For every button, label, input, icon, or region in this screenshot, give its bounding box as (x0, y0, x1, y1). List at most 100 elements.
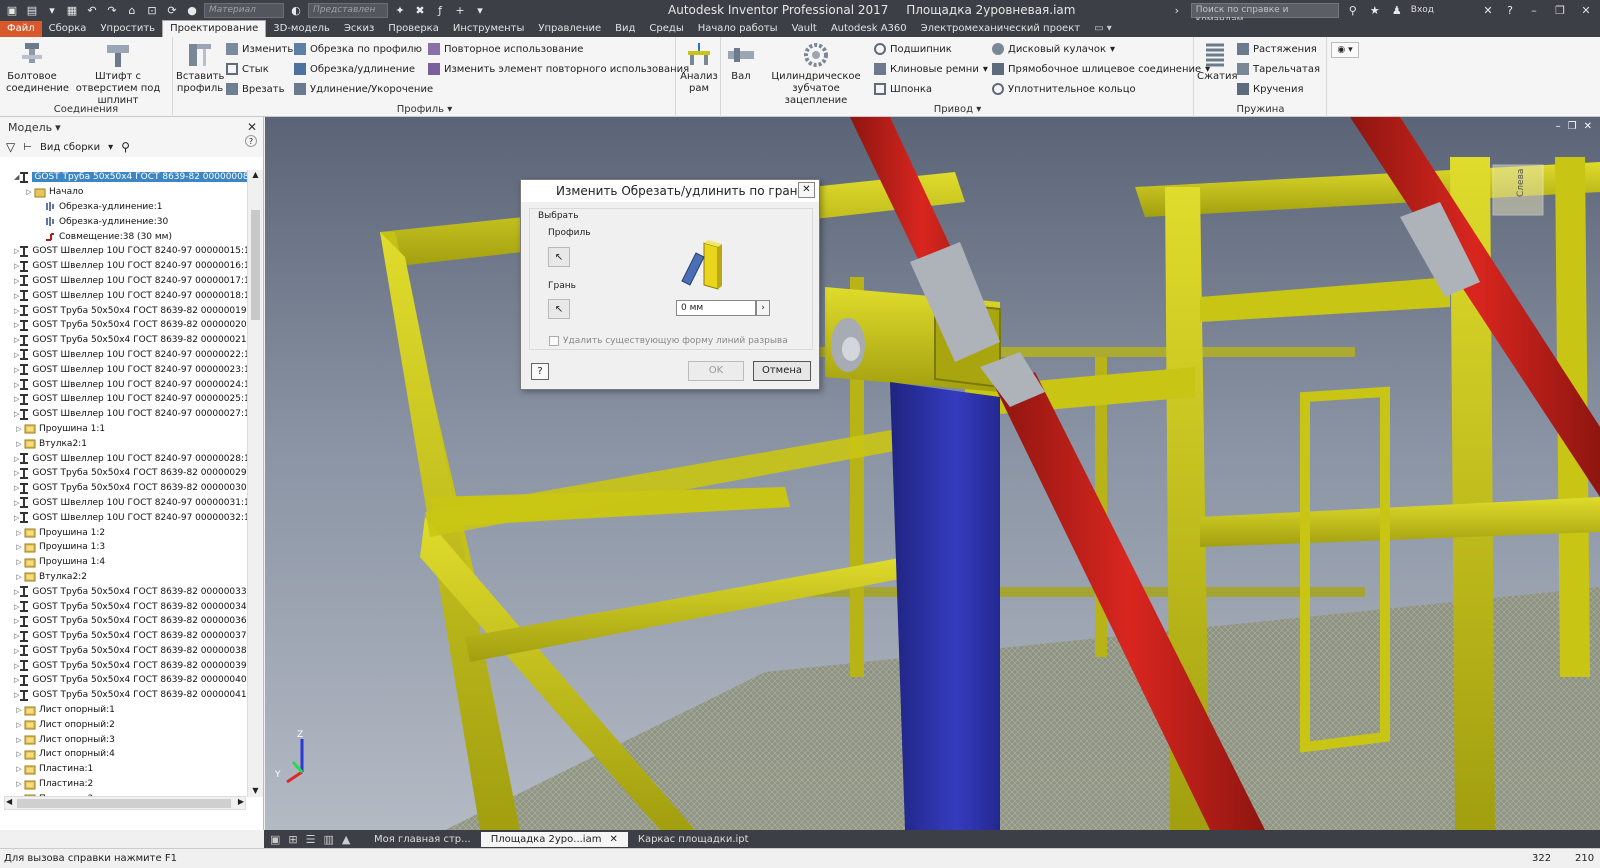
tree-item[interactable]: ▷ Пластина:1 (0, 762, 248, 777)
bearing-button[interactable]: Подшипник (874, 43, 952, 55)
add-icon[interactable]: + (452, 2, 468, 18)
redo-icon[interactable]: ↷ (104, 2, 120, 18)
tab-electromechanical[interactable]: Электромеханический проект (914, 21, 1087, 37)
minimize-button[interactable]: – (1524, 4, 1544, 17)
tree-item[interactable]: ▷ Лист опорный:3 (0, 732, 248, 747)
browser-title[interactable]: Модель (8, 121, 52, 134)
tree-item[interactable]: Обрезка-удлинение:30 (0, 214, 248, 229)
change-reuse-button[interactable]: Изменить элемент повторного использовани… (428, 63, 689, 75)
assembly-model-render[interactable]: Слева Z Y (265, 117, 1600, 830)
tab-design[interactable]: Проектирование (162, 20, 267, 37)
spline-button[interactable]: Прямобочное шлицевое соединение ▾ (992, 63, 1210, 75)
scroll-left-arrow-icon[interactable]: ◀ (6, 797, 12, 806)
expand-arrow-icon[interactable]: ▷ (14, 440, 24, 448)
chevron-down-icon[interactable]: ▾ (55, 121, 61, 134)
expand-arrow-icon[interactable]: ▷ (14, 543, 24, 551)
cancel-button[interactable]: Отмена (753, 361, 811, 381)
panel-drive-title[interactable]: Привод ▾ (722, 104, 1193, 115)
app-menu-icon[interactable]: ▣ (4, 2, 20, 18)
frame-analysis-button[interactable]: Анализ рам (679, 41, 719, 95)
tab-assemble[interactable]: Сборка (42, 21, 94, 37)
help-icon[interactable]: ? (1502, 2, 1518, 18)
ok-button[interactable]: OK (688, 361, 744, 381)
tree-item[interactable]: ▷ GOST Швеллер 10U ГОСТ 8240-97 00000024:… (0, 377, 248, 392)
undo-icon[interactable]: ↶ (84, 2, 100, 18)
formula-icon[interactable]: ƒ (432, 2, 448, 18)
ribbon-options-button[interactable]: ◉ ▾ (1331, 42, 1359, 58)
hscroll-thumb[interactable] (17, 799, 231, 808)
tree-item[interactable]: ▷ Лист опорный:2 (0, 717, 248, 732)
doc-tab-assembly[interactable]: Площадка 2уро...iam ✕ (480, 831, 628, 847)
notch-button[interactable]: Врезать (226, 83, 285, 95)
tree-item[interactable]: ▷ GOST Труба 50x50x4 ГОСТ 8639-82 0000004… (0, 688, 248, 703)
tree-item[interactable]: ▷ GOST Швеллер 10U ГОСТ 8240-97 00000031:… (0, 496, 248, 511)
select-icon[interactable]: ⊡ (144, 2, 160, 18)
delete-break-lines-checkbox[interactable]: Удалить существующую форму линий разрыва (549, 336, 788, 346)
belleville-spring-button[interactable]: Тарельчатая (1237, 63, 1320, 75)
expand-arrow-icon[interactable]: ▷ (14, 780, 24, 788)
tree-item[interactable]: ▷ GOST Труба 50x50x4 ГОСТ 8639-82 0000001… (0, 303, 248, 318)
clevis-pin-button[interactable]: Штифт с отверстием под шплинт (66, 41, 170, 107)
home-icon[interactable]: ⌂ (124, 2, 140, 18)
tree-item[interactable]: ▷ GOST Труба 50x50x4 ГОСТ 8639-82 0000002… (0, 333, 248, 348)
reuse-button[interactable]: Повторное использование (428, 43, 583, 55)
graphics-viewport[interactable]: Слева Z Y – ❐ ✕ (265, 117, 1600, 830)
tree-item[interactable]: ▷ GOST Швеллер 10U ГОСТ 8240-97 00000022:… (0, 348, 248, 363)
expand-arrow-icon[interactable]: ▷ (14, 765, 24, 773)
tree-item[interactable]: ▷ GOST Швеллер 10U ГОСТ 8240-97 00000027:… (0, 407, 248, 422)
tree-item[interactable]: ▷ Втулка2:1 (0, 436, 248, 451)
scroll-thumb[interactable] (251, 210, 260, 320)
vertical-scrollbar[interactable]: ▲ ▼ (247, 170, 263, 797)
restore-button[interactable]: ❐ (1550, 4, 1570, 17)
tree-item[interactable]: ▷ GOST Швеллер 10U ГОСТ 8240-97 00000032:… (0, 510, 248, 525)
profile-select-button[interactable]: ↖ (548, 247, 570, 267)
expand-arrow-icon[interactable]: ▷ (14, 558, 24, 566)
tab-sketch[interactable]: Эскиз (337, 21, 381, 37)
tab-list-icon[interactable]: ▲ (342, 833, 350, 846)
close-icon[interactable]: ✕ (247, 120, 257, 134)
arrange-vertical-icon[interactable]: ▥ (324, 833, 334, 846)
lengthen-shorten-button[interactable]: Удлинение/Укорочение (294, 83, 433, 95)
tab-file[interactable]: Файл (0, 21, 42, 37)
cascade-icon[interactable]: ⊞ (288, 833, 297, 846)
blue-post[interactable] (890, 382, 1000, 830)
trim-extend-button[interactable]: Обрезка/удлинение (294, 63, 415, 75)
tree-item[interactable]: ▷ Лист опорный:1 (0, 703, 248, 718)
disc-cam-button[interactable]: Дисковый кулачок ▾ (992, 43, 1115, 55)
offset-input[interactable]: 0 мм (676, 300, 756, 316)
tree-item[interactable]: ▷ GOST Труба 50x50x4 ГОСТ 8639-82 0000003… (0, 584, 248, 599)
spur-gear-button[interactable]: Цилиндрическое зубчатое зацепление (764, 41, 868, 107)
material-field[interactable]: Материал (204, 3, 284, 18)
adjust-icon[interactable]: ✦ (392, 2, 408, 18)
horizontal-scrollbar[interactable]: ◀ ▶ (4, 796, 246, 810)
tree-item[interactable]: ▷ GOST Труба 50x50x4 ГОСТ 8639-82 0000002… (0, 466, 248, 481)
change-button[interactable]: Изменить (226, 43, 293, 55)
dialog-title-bar[interactable]: Изменить Обрезать/удлинить по грани ✕ (521, 180, 819, 202)
assembly-view-select[interactable]: Вид сборки (40, 142, 100, 153)
v-belts-button[interactable]: Клиновые ремни ▾ (874, 63, 988, 75)
update-icon[interactable]: ⟳ (164, 2, 180, 18)
tab-tools[interactable]: Инструменты (446, 21, 532, 37)
find-icon[interactable]: ⚲ (121, 140, 130, 154)
doc-tab-part[interactable]: Каркас площадки.ipt (628, 832, 759, 847)
scroll-right-arrow-icon[interactable]: ▶ (238, 797, 244, 806)
tab-3d-model[interactable]: 3D-модель (266, 21, 337, 37)
dialog-help-button[interactable]: ? (531, 363, 549, 380)
tree-item[interactable]: Обрезка-удлинение:1 (0, 200, 248, 215)
tree-item[interactable]: ▷ GOST Труба 50x50x4 ГОСТ 8639-82 0000003… (0, 481, 248, 496)
clear-icon[interactable]: ✖ (412, 2, 428, 18)
shaft-button[interactable]: Вал (724, 41, 758, 83)
customize-icon[interactable]: ▾ (472, 2, 488, 18)
offset-menu-button[interactable]: › (756, 300, 770, 316)
tab-environments[interactable]: Среды (642, 21, 690, 37)
panel-profile-title[interactable]: Профиль ▾ (174, 104, 675, 115)
close-icon[interactable]: ✕ (1584, 121, 1592, 132)
close-icon[interactable]: ✕ (609, 834, 617, 845)
tree-item[interactable]: ▷ GOST Труба 50x50x4 ГОСТ 8639-82 0000003… (0, 658, 248, 673)
tile-icon[interactable]: ▣ (270, 833, 280, 846)
dialog-close-button[interactable]: ✕ (798, 182, 815, 198)
insert-frame-button[interactable]: Вставить профиль (176, 41, 224, 95)
tree-item[interactable]: ▷ GOST Швеллер 10U ГОСТ 8240-97 00000016:… (0, 259, 248, 274)
tree-item[interactable]: ▷ GOST Труба 50x50x4 ГОСТ 8639-82 0000003… (0, 614, 248, 629)
tab-manage[interactable]: Управление (531, 21, 608, 37)
